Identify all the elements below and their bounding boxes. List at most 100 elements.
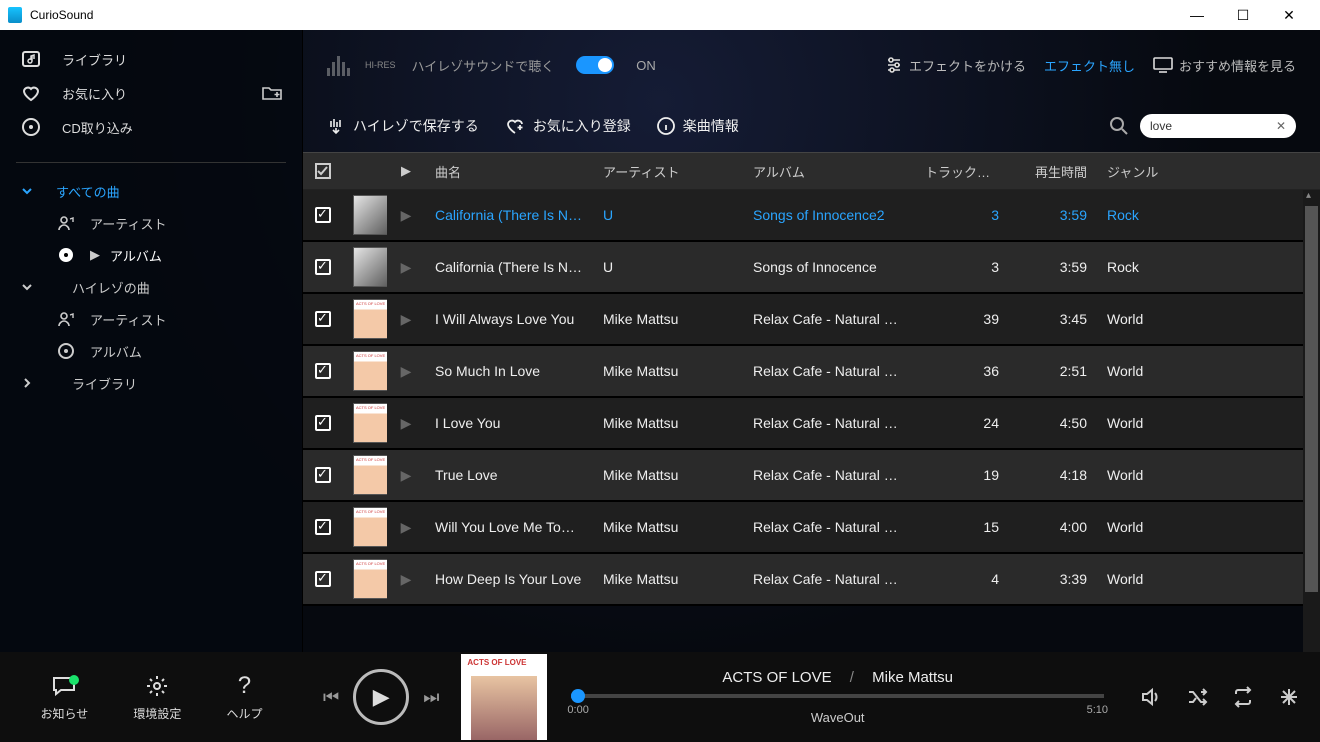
sidebar-item-library[interactable]: ライブラリ <box>0 42 302 76</box>
tree-all-songs[interactable]: すべての曲 <box>0 175 302 207</box>
app-logo-icon <box>8 7 22 23</box>
cell-genre: World <box>1097 519 1217 535</box>
tree-hires-album[interactable]: アルバム <box>0 335 302 367</box>
row-checkbox[interactable] <box>315 311 331 327</box>
recommend-button[interactable]: おすすめ情報を見る <box>1153 56 1296 75</box>
cell-duration: 3:59 <box>1009 207 1097 223</box>
clear-search-icon[interactable]: ✕ <box>1276 119 1286 133</box>
repeat-icon[interactable] <box>1232 686 1254 708</box>
row-checkbox[interactable] <box>315 519 331 535</box>
visualizer-icon[interactable] <box>1278 686 1300 708</box>
apply-effect-button[interactable]: エフェクトをかける <box>885 56 1026 75</box>
table-row[interactable]: ▶How Deep Is Your LoveMike MattsuRelax C… <box>303 554 1320 606</box>
prev-track-button[interactable]: ⏮ <box>323 687 339 708</box>
header-title[interactable]: 曲名 <box>425 162 593 181</box>
table-row[interactable]: ▶California (There Is N…USongs of Innoce… <box>303 190 1320 242</box>
no-effect-link[interactable]: エフェクト無し <box>1044 56 1135 75</box>
progress-bar[interactable] <box>571 694 1104 698</box>
top-toolbar: HI-RES ハイレゾサウンドで聴く ON エフェクトをかける エフェクト無し … <box>303 30 1320 100</box>
row-play-button[interactable]: ▶ <box>387 519 425 536</box>
progress-handle-icon[interactable] <box>571 689 585 703</box>
header-album[interactable]: アルバム <box>743 162 915 181</box>
row-play-button[interactable]: ▶ <box>387 207 425 224</box>
header-artist[interactable]: アーティスト <box>593 162 743 181</box>
header-genre[interactable]: ジャンル <box>1097 162 1217 181</box>
table-row[interactable]: ▶True LoveMike MattsuRelax Cafe - Natura… <box>303 450 1320 502</box>
row-play-button[interactable]: ▶ <box>387 363 425 380</box>
table-header: ▶ 曲名 アーティスト アルバム トラック番号 再生時間 ジャンル <box>303 152 1320 190</box>
sidebar-item-favorites[interactable]: お気に入り <box>0 76 302 110</box>
volume-icon[interactable] <box>1140 686 1162 708</box>
label: ハイレゾで保存する <box>353 116 479 136</box>
notify-button[interactable]: お知らせ <box>41 673 89 722</box>
row-checkbox[interactable] <box>315 363 331 379</box>
tree-label: アルバム <box>110 246 162 265</box>
cell-title: True Love <box>425 467 593 483</box>
play-button[interactable]: ▶ <box>353 669 409 725</box>
row-play-button[interactable]: ▶ <box>387 415 425 432</box>
sidebar-item-label: ライブラリ <box>62 50 127 69</box>
now-playing-title: ACTS OF LOVE / Mike Mattsu <box>567 669 1108 686</box>
album-art-thumb <box>353 247 387 287</box>
settings-button[interactable]: 環境設定 <box>133 673 181 722</box>
window-titlebar: CurioSound — ☐ ✕ <box>0 0 1320 30</box>
disc-icon <box>56 246 76 264</box>
add-folder-icon[interactable] <box>262 85 282 101</box>
cell-album: Relax Cafe - Natural G… <box>743 519 915 535</box>
now-playing-art <box>461 654 547 740</box>
cell-genre: Rock <box>1097 207 1217 223</box>
row-checkbox[interactable] <box>315 467 331 483</box>
label: エフェクトをかける <box>909 56 1026 75</box>
row-play-button[interactable]: ▶ <box>387 259 425 276</box>
help-button[interactable]: ? ヘルプ <box>226 673 262 722</box>
row-play-button[interactable]: ▶ <box>387 311 425 328</box>
window-maximize-button[interactable]: ☐ <box>1220 0 1266 30</box>
row-play-button[interactable]: ▶ <box>387 571 425 588</box>
window-minimize-button[interactable]: — <box>1174 0 1220 30</box>
cell-genre: World <box>1097 311 1217 327</box>
header-checkbox[interactable] <box>303 163 343 179</box>
cell-album: Relax Cafe - Natural G… <box>743 363 915 379</box>
cell-album: Songs of Innocence <box>743 259 915 275</box>
row-checkbox[interactable] <box>315 415 331 431</box>
hires-toggle[interactable] <box>576 56 614 74</box>
row-checkbox[interactable] <box>315 571 331 587</box>
row-checkbox[interactable] <box>315 259 331 275</box>
sidebar-item-cd-import[interactable]: CD取り込み <box>0 110 302 144</box>
header-duration[interactable]: 再生時間 <box>1009 162 1097 181</box>
tree-artist[interactable]: アーティスト <box>0 207 302 239</box>
table-row[interactable]: ▶California (There Is N…USongs of Innoce… <box>303 242 1320 294</box>
table-row[interactable]: ▶So Much In LoveMike MattsuRelax Cafe - … <box>303 346 1320 398</box>
sliders-icon <box>885 56 903 74</box>
table-row[interactable]: ▶Will You Love Me To…Mike MattsuRelax Ca… <box>303 502 1320 554</box>
song-info-button[interactable]: 楽曲情報 <box>657 116 739 136</box>
favorite-register-button[interactable]: お気に入り登録 <box>505 116 631 136</box>
cell-genre: World <box>1097 363 1217 379</box>
cell-artist: Mike Mattsu <box>593 415 743 431</box>
tree-label: アーティスト <box>90 310 166 329</box>
artist-icon <box>56 310 76 328</box>
tree-album[interactable]: ▶ アルバム <box>0 239 302 271</box>
cell-title: How Deep Is Your Love <box>425 571 593 587</box>
cell-title: Will You Love Me To… <box>425 519 593 535</box>
row-checkbox[interactable] <box>315 207 331 223</box>
window-close-button[interactable]: ✕ <box>1266 0 1312 30</box>
save-hires-button[interactable]: ハイレゾで保存する <box>327 116 479 136</box>
gear-icon <box>145 673 169 699</box>
table-row[interactable]: ▶I Love YouMike MattsuRelax Cafe - Natur… <box>303 398 1320 450</box>
table-row[interactable]: ▶I Will Always Love YouMike MattsuRelax … <box>303 294 1320 346</box>
play-indicator-icon: ▶ <box>90 247 100 263</box>
next-track-button[interactable]: ⏭ <box>423 687 439 708</box>
divider <box>16 162 286 163</box>
cell-duration: 4:18 <box>1009 467 1097 483</box>
tree-library-expand[interactable]: ライブラリ <box>0 367 302 399</box>
tree-label: すべての曲 <box>56 182 120 201</box>
search-icon[interactable] <box>1108 115 1130 137</box>
main-panel: HI-RES ハイレゾサウンドで聴く ON エフェクトをかける エフェクト無し … <box>303 30 1320 742</box>
header-track[interactable]: トラック番号 <box>915 162 1009 181</box>
row-play-button[interactable]: ▶ <box>387 467 425 484</box>
tree-hires-artist[interactable]: アーティスト <box>0 303 302 335</box>
search-input[interactable]: love ✕ <box>1140 114 1296 138</box>
shuffle-icon[interactable] <box>1186 686 1208 708</box>
tree-hires-songs[interactable]: ハイレゾの曲 <box>0 271 302 303</box>
